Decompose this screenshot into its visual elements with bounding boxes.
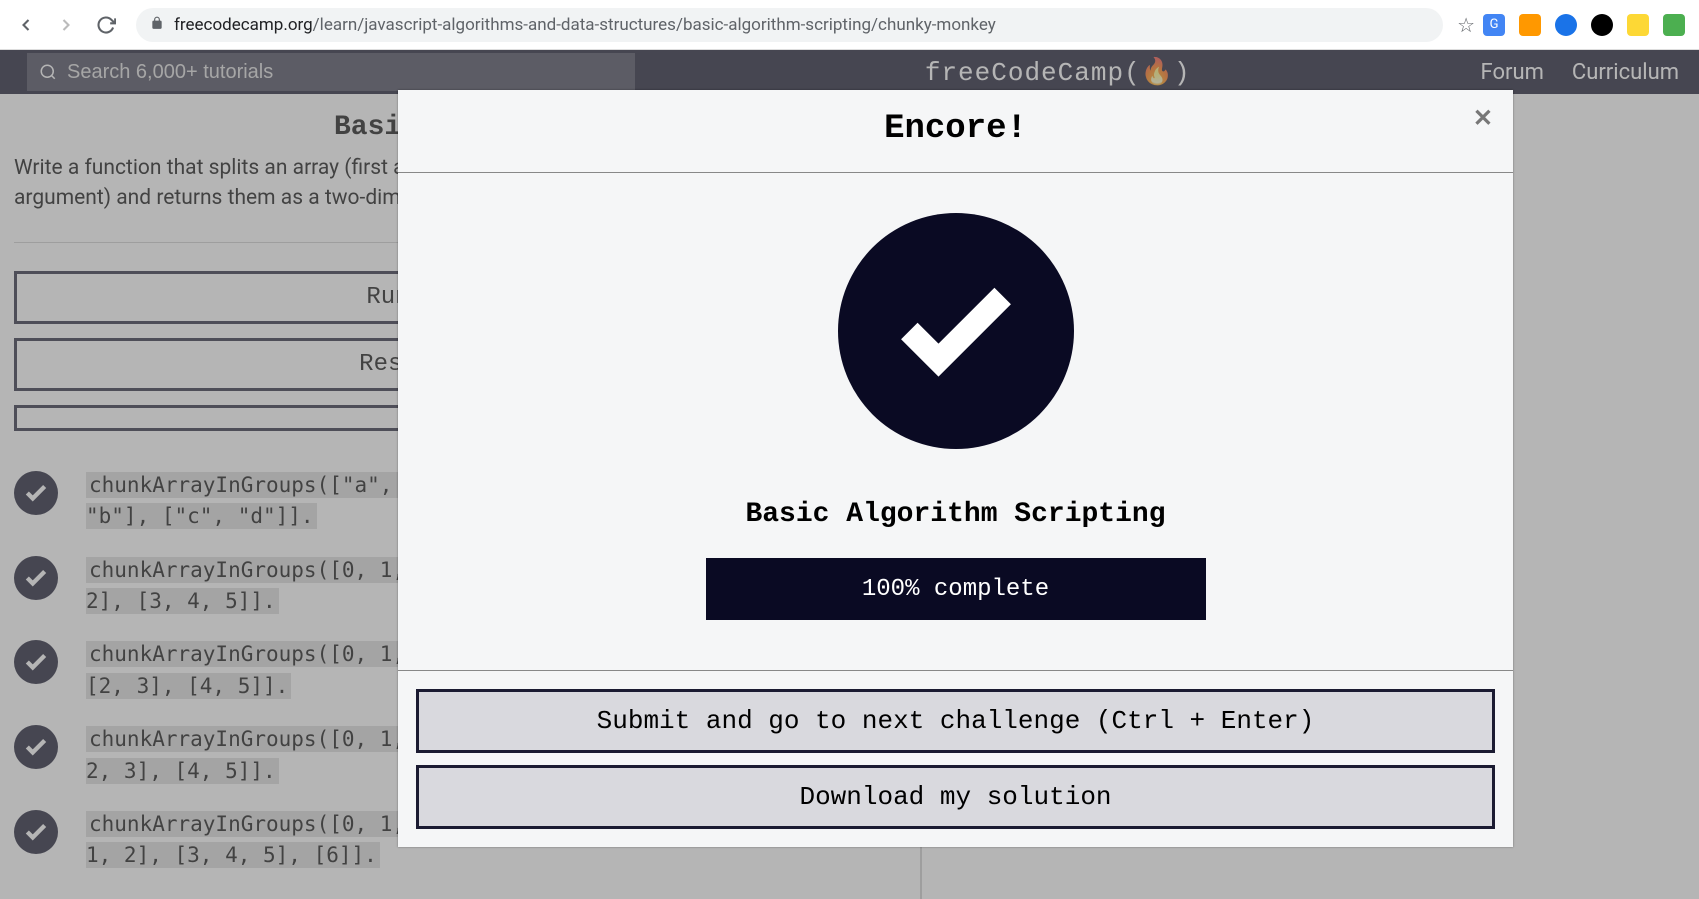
- extension-icon[interactable]: [1555, 14, 1577, 36]
- extension-icon[interactable]: G: [1483, 14, 1505, 36]
- reload-button[interactable]: [90, 9, 122, 41]
- address-bar[interactable]: freecodecamp.org/learn/javascript-algori…: [136, 8, 1443, 42]
- bookmark-star-icon[interactable]: ☆: [1457, 13, 1475, 37]
- extension-icon[interactable]: [1627, 14, 1649, 36]
- download-solution-button[interactable]: Download my solution: [416, 765, 1495, 829]
- extension-icons: G: [1483, 14, 1689, 36]
- close-icon[interactable]: ✕: [1473, 104, 1493, 132]
- modal-body: Basic Algorithm Scripting 100% complete: [398, 173, 1513, 670]
- url-text: freecodecamp.org/learn/javascript-algori…: [174, 15, 996, 35]
- lock-icon: [150, 15, 164, 34]
- modal-footer: Submit and go to next challenge (Ctrl + …: [398, 670, 1513, 847]
- modal-header: Encore! ✕: [398, 90, 1513, 173]
- modal-title: Encore!: [398, 110, 1513, 148]
- back-button[interactable]: [10, 9, 42, 41]
- completion-modal: Encore! ✕ Basic Algorithm Scripting 100%…: [398, 90, 1513, 847]
- extension-icon[interactable]: [1519, 14, 1541, 36]
- forward-button[interactable]: [50, 9, 82, 41]
- success-check-icon: [838, 213, 1074, 449]
- extension-icon[interactable]: [1663, 14, 1685, 36]
- submit-next-button[interactable]: Submit and go to next challenge (Ctrl + …: [416, 689, 1495, 753]
- modal-subtitle: Basic Algorithm Scripting: [745, 499, 1165, 530]
- browser-toolbar: freecodecamp.org/learn/javascript-algori…: [0, 0, 1699, 50]
- extension-icon[interactable]: [1591, 14, 1613, 36]
- progress-bar: 100% complete: [706, 558, 1206, 620]
